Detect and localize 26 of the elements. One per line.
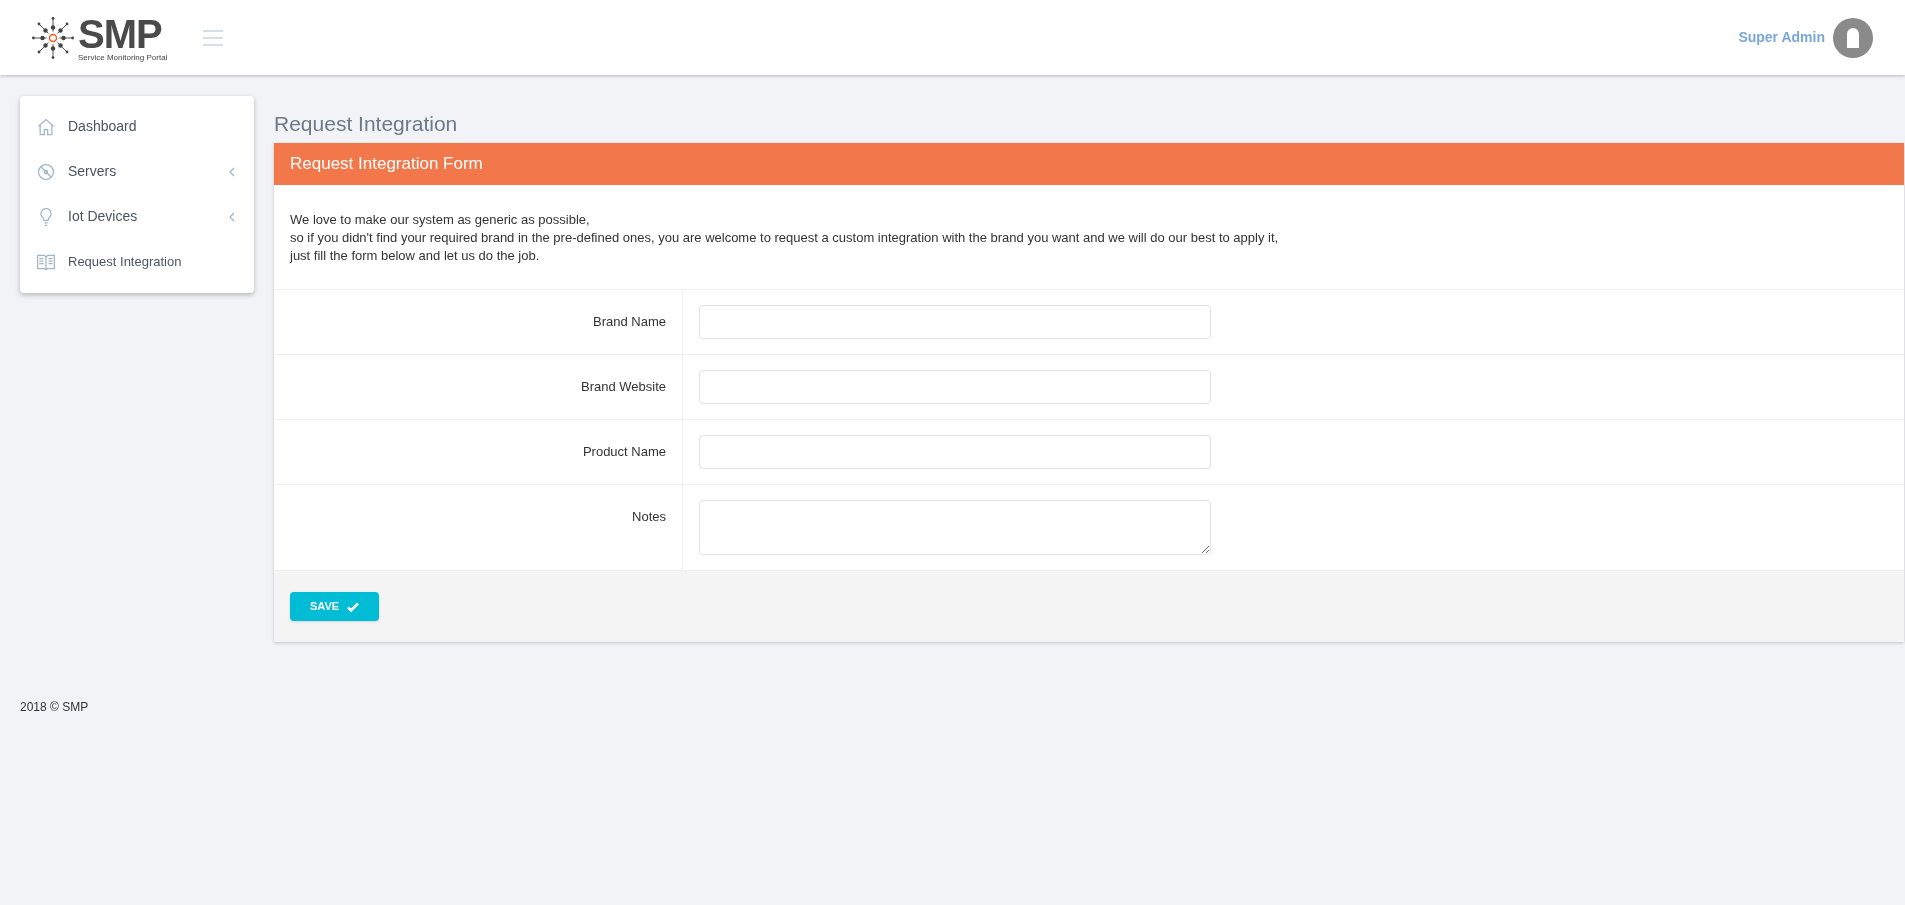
menu-icon[interactable]: [203, 29, 224, 46]
disc-icon: [36, 161, 56, 182]
input-field[interactable]: [699, 370, 1211, 404]
avatar[interactable]: [1833, 17, 1873, 58]
field-label: Brand Name: [593, 313, 666, 331]
logo-text: SMP: [78, 13, 162, 54]
field-label: Notes: [632, 508, 666, 526]
sidebar-item[interactable]: Iot Devices: [20, 194, 254, 239]
checkmark-icon: [347, 600, 360, 613]
page-title: Request Integration: [274, 111, 459, 137]
field-label: Brand Website: [580, 378, 666, 396]
notes-field[interactable]: [699, 500, 1211, 555]
sidebar-item[interactable]: Servers: [20, 149, 254, 194]
intro-text: just fill the form below and let us do the job.: [290, 247, 541, 265]
footer-text: 2018 © SMP: [20, 700, 89, 714]
intro-text: We love to make our system as generic as possible,: [290, 211, 591, 229]
field-label: Product Name: [582, 443, 666, 461]
sidebar-item[interactable]: Dashboard: [20, 104, 254, 149]
intro-text: so if you didn't find your required brand in the pre-defined ones, you are welcome to request a custom integration with the brand you want and we will do our best to apply it,: [290, 229, 1280, 247]
logo-subtitle: Service Monitoring Portal: [78, 53, 168, 62]
home-icon: [36, 116, 56, 137]
card-title: Request Integration Form: [290, 153, 483, 176]
input-field[interactable]: [699, 435, 1211, 469]
sidebar-item[interactable]: Request Integration: [20, 239, 254, 284]
input-field[interactable]: [699, 305, 1211, 339]
logo-drawing: [32, 16, 74, 59]
